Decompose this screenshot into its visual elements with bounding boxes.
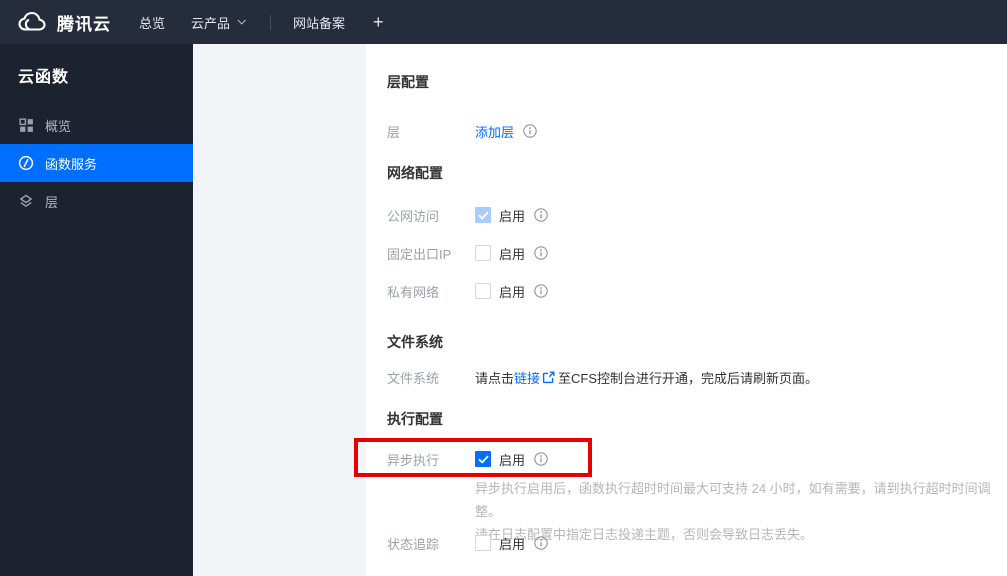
status-trace-checkbox[interactable] bbox=[475, 535, 491, 551]
async-execution-checkbox[interactable] bbox=[475, 451, 491, 467]
enable-label: 启用 bbox=[499, 284, 526, 300]
filesystem-text-before: 请点击 bbox=[475, 370, 515, 386]
public-access-row: 公网访问 启用 bbox=[387, 205, 548, 225]
nav-divider bbox=[270, 14, 272, 30]
info-icon[interactable] bbox=[523, 124, 537, 138]
async-execution-helper-text: 异步执行启用后，函数执行超时时间最大可支持 24 小时，如有需要，请到执行超时时… bbox=[475, 477, 1003, 546]
enable-label: 启用 bbox=[499, 208, 526, 224]
filesystem-text-after: 至CFS控制台进行开通，完成后请刷新页面。 bbox=[558, 370, 819, 386]
async-execution-label: 异步执行 bbox=[387, 452, 440, 468]
nav-products-label: 云产品 bbox=[191, 15, 231, 31]
fixed-ip-label: 固定出口IP bbox=[387, 246, 452, 262]
info-icon[interactable] bbox=[534, 452, 548, 466]
section-title-layer-config: 层配置 bbox=[387, 74, 429, 90]
info-icon[interactable] bbox=[534, 246, 548, 260]
section-title-network-config: 网络配置 bbox=[387, 165, 443, 181]
helper-line-2: 请在日志配置中指定日志投递主题，否则会导致日志丢失。 bbox=[475, 527, 814, 542]
info-icon[interactable] bbox=[534, 284, 548, 298]
check-icon bbox=[478, 455, 488, 463]
section-title-execution-config: 执行配置 bbox=[387, 411, 443, 427]
chevron-down-icon bbox=[237, 15, 246, 25]
enable-label: 启用 bbox=[499, 452, 526, 468]
filesystem-row: 文件系统 请点击 链接 至CFS控制台进行开通，完成后请刷新页面。 bbox=[387, 367, 818, 387]
brand-name: 腾讯云 bbox=[57, 14, 111, 34]
enable-label: 启用 bbox=[499, 536, 526, 552]
sidebar-item-overview[interactable]: 概览 bbox=[0, 106, 193, 144]
status-trace-label: 状态追踪 bbox=[387, 536, 440, 552]
tencent-cloud-console: { "topbar": { "brand": "腾讯云", "nav": { "… bbox=[0, 0, 1007, 576]
enable-label: 启用 bbox=[499, 246, 526, 262]
info-icon[interactable] bbox=[534, 208, 548, 222]
vpc-label: 私有网络 bbox=[387, 284, 440, 300]
cloud-icon bbox=[17, 11, 47, 33]
fixed-ip-row: 固定出口IP 启用 bbox=[387, 243, 548, 263]
info-icon[interactable] bbox=[534, 536, 548, 550]
vpc-row: 私有网络 启用 bbox=[387, 281, 548, 301]
add-tab-button[interactable]: + bbox=[373, 12, 384, 33]
check-icon bbox=[478, 211, 488, 219]
grid-icon bbox=[18, 117, 34, 133]
helper-line-1: 异步执行启用后，函数执行超时时间最大可支持 24 小时，如有需要，请到执行超时时… bbox=[475, 481, 991, 519]
brand-logo[interactable]: 腾讯云 bbox=[17, 10, 111, 35]
layer-label: 层 bbox=[387, 124, 401, 140]
sidebar-item-label: 概览 bbox=[45, 118, 72, 134]
sidebar-item-function-service[interactable]: 函数服务 bbox=[0, 144, 193, 182]
public-access-label: 公网访问 bbox=[387, 208, 440, 224]
sidebar-item-label: 函数服务 bbox=[45, 156, 98, 172]
nav-products[interactable]: 云产品 bbox=[191, 13, 246, 32]
vpc-checkbox[interactable] bbox=[475, 283, 491, 299]
topbar: 腾讯云 总览 云产品 网站备案 + bbox=[0, 0, 1007, 44]
sidebar-title: 云函数 bbox=[18, 69, 70, 86]
nav-beian[interactable]: 网站备案 bbox=[293, 13, 345, 32]
sidebar: 云函数 概览 函数服务 层 bbox=[0, 44, 193, 576]
filesystem-label: 文件系统 bbox=[387, 370, 440, 386]
async-execution-row: 异步执行 启用 bbox=[387, 449, 548, 469]
secondary-panel bbox=[193, 44, 366, 576]
function-icon bbox=[18, 155, 34, 171]
sidebar-item-label: 层 bbox=[45, 194, 59, 210]
nav-overview[interactable]: 总览 bbox=[139, 13, 165, 32]
external-link-icon[interactable] bbox=[542, 371, 555, 384]
sidebar-menu: 概览 函数服务 层 bbox=[0, 106, 193, 220]
section-title-filesystem: 文件系统 bbox=[387, 334, 443, 350]
sidebar-item-layers[interactable]: 层 bbox=[0, 182, 193, 220]
fixed-ip-checkbox[interactable] bbox=[475, 245, 491, 261]
layer-row: 层 添加层 bbox=[387, 121, 537, 141]
function-config-form: 层配置 层 添加层 网络配置 公网访问 启用 固定出口IP 启用 私有网络 启用… bbox=[366, 44, 1007, 576]
layers-icon bbox=[18, 193, 34, 209]
cfs-link[interactable]: 链接 bbox=[514, 368, 540, 387]
add-layer-link[interactable]: 添加层 bbox=[475, 122, 514, 141]
status-trace-row: 状态追踪 启用 bbox=[387, 533, 548, 553]
public-access-checkbox[interactable] bbox=[475, 207, 491, 223]
